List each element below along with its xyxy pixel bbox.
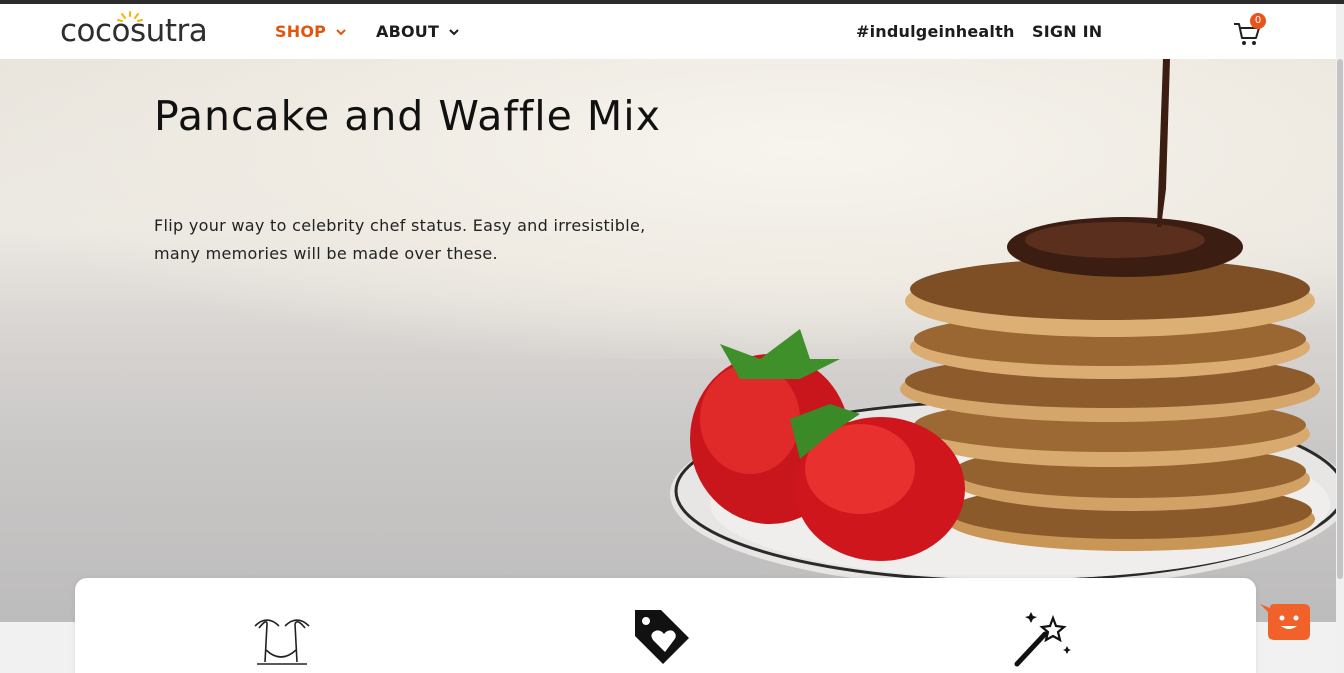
palm-trees-hammock-icon (254, 619, 310, 665)
scrollbar-thumb[interactable] (1337, 59, 1343, 579)
chat-widget-button[interactable] (1260, 602, 1310, 640)
hero-banner: Pancake and Waffle Mix Flip your way to … (0, 59, 1336, 622)
sun-icon (117, 11, 143, 22)
nav-shop[interactable]: SHOP (275, 4, 347, 59)
nav-about[interactable]: ABOUT (376, 4, 460, 59)
cart-button[interactable]: 0 (1232, 13, 1268, 49)
nav-about-label: ABOUT (376, 22, 440, 41)
features-card (75, 578, 1256, 673)
chat-bot-icon (1260, 604, 1310, 640)
cart-count-badge: 0 (1250, 13, 1266, 29)
pancake-stack-image (670, 59, 1336, 589)
nav-hashtag-link[interactable]: #indulgeinhealth (856, 4, 1015, 59)
sign-in-label: SIGN IN (1032, 22, 1103, 41)
hero-title: Pancake and Waffle Mix (154, 92, 661, 140)
logo[interactable]: cocosutra (60, 11, 208, 49)
heart-tag-icon (635, 610, 689, 664)
sign-in-link[interactable]: SIGN IN (1032, 4, 1102, 59)
nav-shop-label: SHOP (275, 22, 327, 41)
chevron-down-icon (449, 28, 459, 35)
site-header: cocosutra SHOP ABOUT #indulgeinhealth SI… (0, 4, 1344, 59)
chevron-down-icon (336, 28, 346, 35)
magic-wand-icon (1014, 612, 1071, 667)
hero-subtitle: Flip your way to celebrity chef status. … (154, 216, 646, 263)
nav-hashtag-label: #indulgeinhealth (856, 22, 1015, 41)
